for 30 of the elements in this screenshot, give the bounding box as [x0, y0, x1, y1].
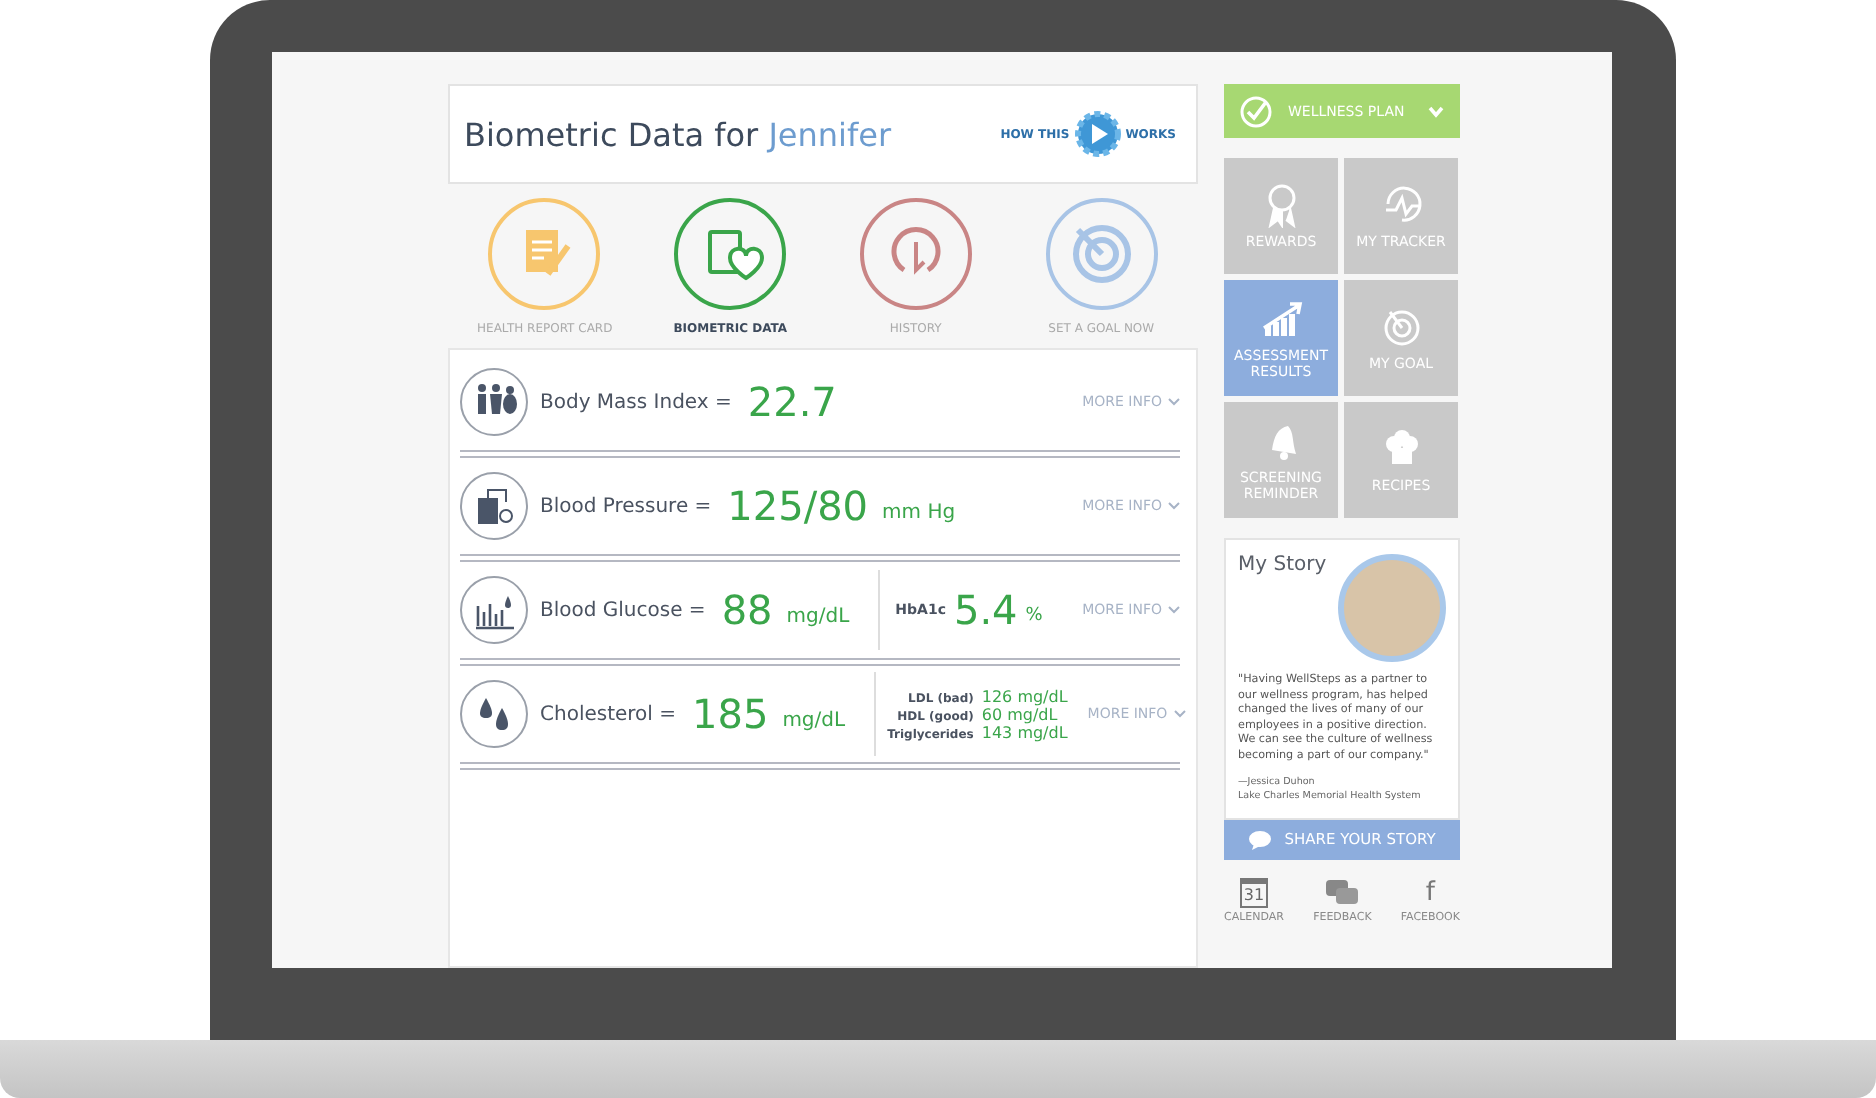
- speech-bubble-icon: [1248, 829, 1273, 850]
- metric-value: 88: [721, 586, 773, 634]
- metric-unit: mm Hg: [882, 499, 956, 523]
- chat-bubbles-icon: [1324, 877, 1361, 908]
- metric-unit: mg/dL: [786, 603, 850, 627]
- chevron-down-icon: [1428, 105, 1444, 117]
- facebook-icon: f: [1425, 877, 1435, 908]
- gear-play-icon: [1073, 110, 1122, 158]
- photo-placeholder: [1338, 554, 1446, 662]
- sub-value: 60 mg/dL: [981, 705, 1058, 723]
- secondary-unit: %: [1025, 604, 1043, 626]
- chevron-down-icon: [1173, 710, 1186, 718]
- chevron-down-icon: [1168, 502, 1180, 510]
- sub-value: 143 mg/dL: [981, 723, 1068, 741]
- metric-unit: mg/dL: [782, 707, 846, 731]
- metric-label: Cholesterol =: [540, 703, 676, 725]
- metric-label: Body Mass Index =: [540, 391, 732, 413]
- chevron-down-icon: [1168, 606, 1180, 614]
- sub-value: 126 mg/dL: [981, 687, 1068, 705]
- metric-value: 185: [692, 690, 769, 738]
- metric-label: Blood Glucose =: [540, 599, 706, 621]
- page-title: Biometric Data for Jennifer: [464, 115, 892, 153]
- metric-value: 22.7: [747, 378, 837, 426]
- story-title: My Story: [1238, 554, 1327, 580]
- calendar-icon: 31: [1239, 877, 1268, 908]
- metric-value: 125/80: [727, 482, 869, 530]
- check-circle-icon: [1240, 95, 1272, 127]
- chevron-down-icon: [1168, 398, 1180, 406]
- metric-label: Blood Pressure =: [540, 495, 712, 517]
- secondary-value: 5.4: [953, 586, 1018, 634]
